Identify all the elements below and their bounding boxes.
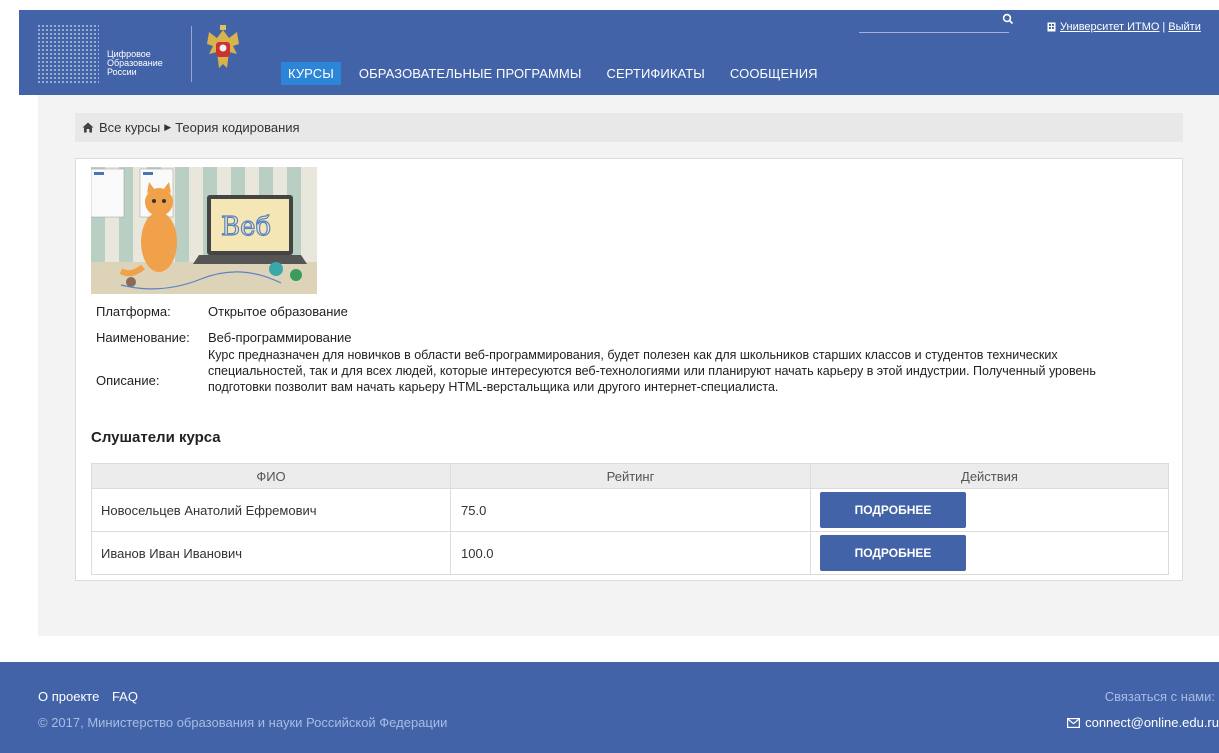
listeners-table: ФИО Рейтинг Действия Новосельцев Анатоли…: [91, 463, 1169, 575]
actions-cell: ПОДРОБНЕЕ: [810, 532, 1168, 574]
course-panel: Веб Платформа: Открытое образование Наим…: [75, 158, 1183, 581]
envelope-icon: [1067, 717, 1081, 728]
footer-email-text[interactable]: connect@online.edu.ru: [1085, 715, 1219, 730]
table-row: Новосельцев Анатолий Ефремович 75.0 ПОДР…: [92, 488, 1168, 531]
russian-coat-of-arms-icon[interactable]: [203, 24, 243, 74]
digital-education-logo-pattern[interactable]: [37, 24, 99, 84]
breadcrumb-arrow-icon: ▶: [164, 122, 172, 132]
logo-divider: [191, 26, 192, 82]
name-value: Веб-программирование: [208, 330, 352, 345]
table-header-row: ФИО Рейтинг Действия: [92, 464, 1168, 488]
details-button[interactable]: ПОДРОБНЕЕ: [820, 492, 966, 528]
building-icon: [1047, 22, 1056, 32]
footer-email[interactable]: connect@online.edu.ru: [1067, 715, 1219, 730]
course-image-text: Веб: [221, 212, 271, 242]
listener-rating: 100.0: [450, 532, 810, 574]
column-header-rating[interactable]: Рейтинг: [450, 464, 810, 488]
footer-about-link[interactable]: О проекте: [38, 689, 99, 704]
column-header-actions: Действия: [810, 464, 1168, 488]
platform-value: Открытое образование: [208, 304, 348, 319]
footer-contact-label: Связаться с нами:: [1104, 689, 1215, 704]
search-input[interactable]: [859, 32, 1009, 33]
breadcrumb-all-courses[interactable]: Все курсы: [99, 120, 160, 135]
description-label: Описание:: [96, 373, 160, 388]
university-link[interactable]: Университет ИТМО: [1060, 21, 1159, 33]
actions-cell: ПОДРОБНЕЕ: [810, 489, 1168, 531]
user-links: Университет ИТМО | Выйти: [1047, 21, 1201, 33]
home-icon: [82, 122, 94, 133]
breadcrumb: Все курсы ▶ Теория кодирования: [75, 113, 1183, 142]
listeners-title: Слушатели курса: [91, 429, 221, 446]
search-icon[interactable]: [1002, 13, 1014, 25]
column-header-name[interactable]: ФИО: [92, 464, 450, 488]
nav-courses[interactable]: КУРСЫ: [281, 62, 341, 85]
page-footer: О проекте FAQ © 2017, Министерство образ…: [0, 662, 1219, 753]
main-navigation: КУРСЫ ОБРАЗОВАТЕЛЬНЫЕ ПРОГРАММЫ СЕРТИФИК…: [281, 62, 836, 85]
nav-programs[interactable]: ОБРАЗОВАТЕЛЬНЫЕ ПРОГРАММЫ: [352, 62, 589, 85]
listener-name: Новосельцев Анатолий Ефремович: [101, 502, 317, 518]
logo-line-3: России: [107, 67, 137, 77]
top-header: Цифровое Образование России КУРСЫ ОБРАЗО…: [19, 10, 1219, 95]
description-value: Курс предназначен для новичков в области…: [208, 348, 1096, 394]
breadcrumb-current: Теория кодирования: [175, 120, 300, 135]
nav-certificates[interactable]: СЕРТИФИКАТЫ: [599, 62, 711, 85]
links-separator: |: [1162, 21, 1166, 33]
nav-messages[interactable]: СООБЩЕНИЯ: [723, 62, 825, 85]
digital-education-logo-text[interactable]: Цифровое Образование России: [107, 50, 163, 77]
listener-rating: 75.0: [450, 489, 810, 531]
footer-faq-link[interactable]: FAQ: [112, 689, 138, 704]
course-cover-image: Веб: [91, 167, 317, 294]
name-label: Наименование:: [96, 330, 190, 345]
logout-link[interactable]: Выйти: [1168, 21, 1201, 33]
details-button[interactable]: ПОДРОБНЕЕ: [820, 535, 966, 571]
platform-label: Платформа:: [96, 304, 171, 319]
listener-name: Иванов Иван Иванович: [101, 545, 243, 561]
footer-links: О проекте FAQ: [38, 689, 147, 704]
table-row: Иванов Иван Иванович 100.0 ПОДРОБНЕЕ: [92, 531, 1168, 574]
footer-copyright: © 2017, Министерство образования и науки…: [38, 715, 448, 730]
